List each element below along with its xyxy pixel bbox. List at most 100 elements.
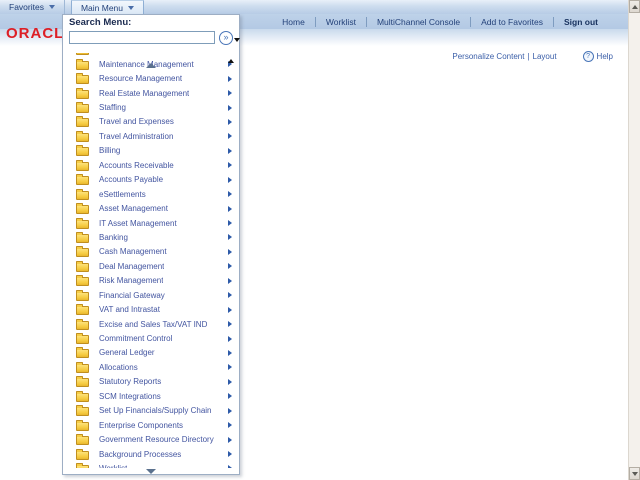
menu-item-accounts-payable[interactable]: Accounts Payable (63, 173, 239, 187)
folder-icon (76, 203, 89, 215)
nav-link-add-to-favorites[interactable]: Add to Favorites (470, 16, 553, 27)
menu-item-cash-management[interactable]: Cash Management (63, 245, 239, 259)
nav-link-multichannel-console[interactable]: MultiChannel Console (365, 16, 470, 27)
menu-scroll-down-row (63, 468, 239, 476)
menu-item-label: Financial Gateway (99, 290, 165, 300)
menu-item-label: Enterprise Components (99, 420, 184, 430)
submenu-arrow-icon (228, 133, 232, 140)
submenu-arrow-icon (228, 335, 232, 342)
submenu-arrow-icon (228, 248, 232, 255)
folder-icon (76, 188, 89, 200)
submenu-arrow-icon (228, 436, 232, 443)
menu-item-staffing[interactable]: Staffing (63, 100, 239, 114)
help-link[interactable]: ? Help (582, 51, 613, 62)
link-personalize-content[interactable]: Personalize Content (452, 52, 524, 61)
menu-item-statutory-reports[interactable]: Statutory Reports (63, 375, 239, 389)
scrollbar-down-button[interactable] (629, 467, 640, 480)
vertical-scrollbar (628, 0, 640, 480)
menu-item-label: Set Up Financials/Supply Chain (99, 406, 212, 416)
menu-item-financial-gateway[interactable]: Financial Gateway (63, 288, 239, 302)
help-icon: ? (582, 51, 594, 62)
menu-item-excise-and-sales-tax-vat-ind[interactable]: Excise and Sales Tax/VAT IND (63, 317, 239, 331)
folder-icon (76, 58, 89, 70)
main-menu-dropdown: Search Menu: » Maintenance Management Re… (62, 14, 240, 475)
menu-item-esettlements[interactable]: eSettlements (63, 187, 239, 201)
chevron-down-icon (48, 5, 55, 9)
menu-item-billing[interactable]: Billing (63, 144, 239, 158)
submenu-arrow-icon (228, 364, 232, 371)
menu-item-label: Travel Administration (99, 131, 174, 141)
menu-item-label: General Ledger (99, 348, 155, 358)
menu-item-risk-management[interactable]: Risk Management (63, 274, 239, 288)
submenu-arrow-icon (228, 176, 232, 183)
menu-item-allocations[interactable]: Allocations (63, 360, 239, 374)
folder-icon (76, 405, 89, 417)
menu-item-asset-management[interactable]: Asset Management (63, 201, 239, 215)
menu-item-real-estate-management[interactable]: Real Estate Management (63, 86, 239, 100)
scroll-down-icon (631, 471, 638, 476)
tab-main-menu[interactable]: Main Menu (70, 0, 145, 14)
folder-icon (76, 390, 89, 402)
menu-item-resource-management[interactable]: Resource Management (63, 71, 239, 85)
search-menu-input[interactable] (69, 31, 215, 44)
menu-item-worklist[interactable]: Worklist (63, 461, 239, 469)
menu-item-banking[interactable]: Banking (63, 230, 239, 244)
resize-handle-icon[interactable] (228, 38, 240, 63)
menu-item-label: Allocations (99, 362, 138, 372)
menu-item-travel-administration[interactable]: Travel Administration (63, 129, 239, 143)
menu-item-label: eSettlements (99, 189, 146, 199)
menu-item-label: Deal Management (99, 261, 165, 271)
folder-icon (76, 434, 89, 446)
folder-icon (76, 73, 89, 85)
submenu-arrow-icon (228, 378, 232, 385)
menu-item-general-ledger[interactable]: General Ledger (63, 346, 239, 360)
nav-link-sign-out[interactable]: Sign out (553, 16, 608, 27)
menu-item-accounts-receivable[interactable]: Accounts Receivable (63, 158, 239, 172)
menu-item-label: Government Resource Directory (99, 435, 214, 445)
folder-icon (76, 159, 89, 171)
menu-item-label: Cash Management (99, 247, 167, 257)
menu-item-set-up-financials-supply-chain[interactable]: Set Up Financials/Supply Chain (63, 404, 239, 418)
menu-item-scm-integrations[interactable]: SCM Integrations (63, 389, 239, 403)
folder-icon (76, 347, 89, 359)
scroll-up-icon[interactable] (146, 46, 156, 68)
submenu-arrow-icon (228, 407, 232, 414)
folder-icon (76, 275, 89, 287)
folder-icon (76, 217, 89, 229)
scrollbar-track[interactable] (629, 13, 640, 467)
application-window: Favorites Main Menu Home Worklist MultiCha… (0, 0, 640, 480)
folder-icon (76, 145, 89, 157)
scroll-up-icon (631, 4, 638, 9)
menu-item-label: Commitment Control (99, 334, 173, 344)
tab-favorites-label: Favorites (9, 2, 44, 12)
scrollbar-up-button[interactable] (629, 0, 640, 13)
folder-icon (76, 318, 89, 330)
menu-item-it-asset-management[interactable]: IT Asset Management (63, 216, 239, 230)
folder-icon (76, 419, 89, 431)
search-menu-label: Search Menu: (69, 17, 132, 28)
menu-item-label: Asset Management (99, 204, 168, 214)
tab-favorites[interactable]: Favorites (0, 0, 65, 14)
submenu-arrow-icon (228, 393, 232, 400)
chevron-down-icon (128, 5, 135, 10)
menu-item-travel-and-expenses[interactable]: Travel and Expenses (63, 115, 239, 129)
menu-item-commitment-control[interactable]: Commitment Control (63, 331, 239, 345)
menu-item-government-resource-directory[interactable]: Government Resource Directory (63, 432, 239, 446)
nav-link-home[interactable]: Home (272, 17, 315, 27)
link-layout[interactable]: Layout (533, 52, 557, 61)
scroll-down-icon[interactable] (146, 469, 156, 475)
menu-item-enterprise-components[interactable]: Enterprise Components (63, 418, 239, 432)
menu-item-clipped-bottom[interactable]: Worklist (63, 461, 239, 469)
folder-icon (76, 130, 89, 142)
menu-item-deal-management[interactable]: Deal Management (63, 259, 239, 273)
nav-link-worklist[interactable]: Worklist (314, 16, 366, 27)
menu-item-label: Resource Management (99, 74, 183, 84)
menu-item-vat-and-intrastat[interactable]: VAT and Intrastat (63, 302, 239, 316)
menu-item-label: SCM Integrations (99, 391, 161, 401)
folder-icon (76, 116, 89, 128)
menu-item-label: Banking (99, 232, 128, 242)
folder-icon (76, 333, 89, 345)
submenu-arrow-icon (228, 292, 232, 299)
menu-item-background-processes[interactable]: Background Processes (63, 447, 239, 461)
folder-icon (76, 53, 89, 56)
